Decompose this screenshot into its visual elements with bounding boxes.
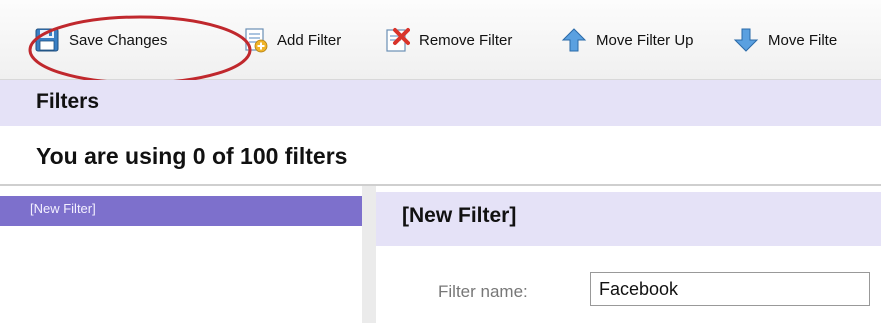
arrow-down-icon — [733, 27, 759, 53]
filter-list-item[interactable]: [New Filter] — [0, 196, 362, 226]
toolbar: Save Changes Add Filter Remove Filter Mo… — [0, 0, 881, 85]
filter-name-input[interactable] — [590, 272, 870, 306]
filter-usage-text: You are using 0 of 100 filters — [36, 143, 348, 169]
filter-detail-title: [New Filter] — [402, 204, 517, 227]
filter-list: [New Filter] — [0, 186, 362, 323]
add-filter-label: Add Filter — [277, 31, 342, 49]
add-filter-button[interactable]: Add Filter — [242, 26, 341, 54]
filter-name-label: Filter name: — [438, 282, 528, 301]
move-filter-up-button[interactable]: Move Filter Up — [561, 26, 694, 54]
filter-detail-header: [New Filter] — [376, 192, 881, 246]
save-changes-label: Save Changes — [69, 31, 168, 49]
remove-filter-icon — [384, 27, 410, 53]
move-filter-down-button[interactable]: Move Filte — [733, 26, 837, 54]
add-filter-icon — [242, 27, 268, 53]
save-changes-button[interactable]: Save Changes — [34, 26, 167, 54]
pane-separator — [362, 186, 376, 323]
move-filter-down-label: Move Filte — [768, 31, 838, 49]
page-title: Filters — [36, 90, 100, 113]
save-icon — [34, 27, 60, 53]
arrow-up-icon — [561, 27, 587, 53]
filters-header: Filters — [0, 80, 881, 126]
move-filter-up-label: Move Filter Up — [596, 31, 694, 49]
remove-filter-button[interactable]: Remove Filter — [384, 26, 512, 54]
remove-filter-label: Remove Filter — [419, 31, 513, 49]
